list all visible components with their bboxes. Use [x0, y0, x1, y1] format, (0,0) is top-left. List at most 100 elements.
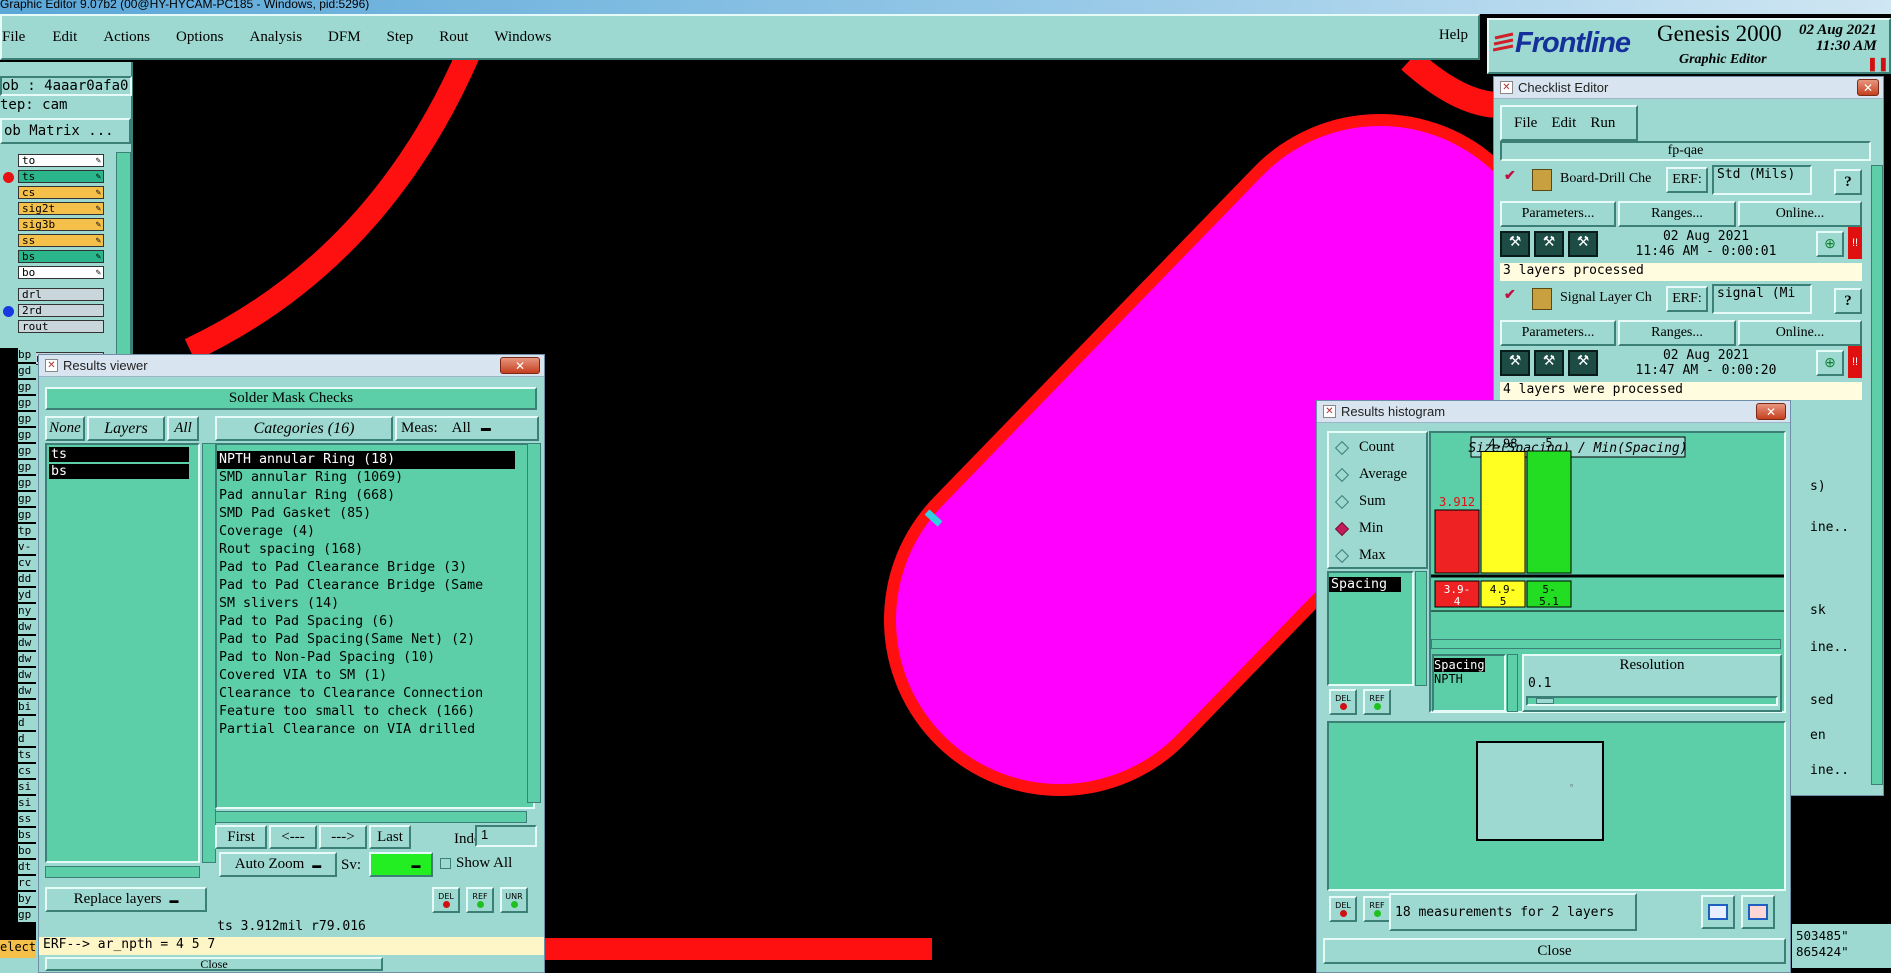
- meas-filter[interactable]: Meas: All ▬: [395, 416, 539, 441]
- strip-layer-label[interactable]: bi: [18, 700, 36, 714]
- layer-row-sig2t[interactable]: sig2t ✎: [18, 202, 104, 215]
- strip-layer-label[interactable]: dw: [18, 668, 36, 682]
- menu-windows[interactable]: Windows: [494, 29, 551, 46]
- category-item[interactable]: Pad to Non-Pad Spacing (10): [217, 649, 533, 667]
- result-layer-item[interactable]: ts: [49, 447, 189, 462]
- strip-layer-label[interactable]: gd: [18, 364, 36, 378]
- menu-step[interactable]: Step: [387, 29, 414, 46]
- menu-analysis[interactable]: Analysis: [250, 29, 303, 46]
- strip-layer-label[interactable]: by: [18, 892, 36, 906]
- online-button[interactable]: Online...: [1738, 320, 1862, 346]
- category-item[interactable]: Pad to Pad Spacing (6): [217, 613, 533, 631]
- preview-frame[interactable]: ▫: [1476, 741, 1604, 841]
- layer-row-bo[interactable]: bo ✎: [18, 266, 104, 279]
- mode-max-radio[interactable]: Max: [1334, 547, 1386, 564]
- strip-layer-label[interactable]: gp: [18, 444, 36, 458]
- ref-icon[interactable]: REF: [466, 887, 494, 913]
- close-window-button[interactable]: ✕: [500, 357, 540, 374]
- layer-row-to[interactable]: to ✎: [18, 154, 104, 167]
- del-icon[interactable]: DEL: [432, 887, 460, 913]
- layers-hscrollbar[interactable]: [45, 866, 200, 878]
- drill-layer-row-drl[interactable]: drl: [18, 288, 104, 301]
- next-button[interactable]: --->: [319, 825, 367, 849]
- strip-layer-label[interactable]: cs: [18, 764, 36, 778]
- mode-average-radio[interactable]: Average: [1334, 466, 1407, 483]
- help-icon[interactable]: ?: [1834, 288, 1862, 314]
- histogram-hscrollbar[interactable]: [1431, 639, 1781, 649]
- run-icon[interactable]: ⚒: [1568, 350, 1598, 376]
- strip-layer-label[interactable]: bs: [18, 828, 36, 842]
- strip-layer-label[interactable]: gp: [18, 380, 36, 394]
- job-matrix-button[interactable]: ob Matrix ...: [0, 118, 131, 144]
- parameters-button[interactable]: Parameters...: [1500, 320, 1616, 346]
- strip-layer-label[interactable]: gp: [18, 460, 36, 474]
- menu-rout[interactable]: Rout: [439, 29, 468, 46]
- checkmark-icon[interactable]: ✔: [1504, 167, 1516, 184]
- strip-layer-label[interactable]: gp: [18, 412, 36, 426]
- run-icon[interactable]: ⚒: [1534, 350, 1564, 376]
- ref-icon[interactable]: REF: [1363, 896, 1391, 922]
- none-button[interactable]: None: [45, 416, 85, 441]
- checklist-menu-file[interactable]: File: [1514, 115, 1537, 132]
- drill-layer-row-rout[interactable]: rout: [18, 320, 104, 333]
- index-input[interactable]: 1: [475, 825, 537, 847]
- menu-options[interactable]: Options: [176, 29, 224, 46]
- rv-close-button[interactable]: Close: [45, 957, 383, 971]
- category-item[interactable]: Pad to Pad Clearance Bridge (Same: [217, 577, 533, 595]
- ranges-button[interactable]: Ranges...: [1618, 201, 1736, 227]
- strip-layer-label[interactable]: gp: [18, 476, 36, 490]
- category-item[interactable]: NPTH annular Ring (18): [217, 451, 515, 469]
- strip-layer-label[interactable]: gp: [18, 492, 36, 506]
- sv-color-select[interactable]: ▬: [369, 852, 433, 877]
- strip-layer-label[interactable]: bp: [18, 348, 36, 362]
- strip-layer-label[interactable]: cv: [18, 556, 36, 570]
- checkmark-icon[interactable]: ✔: [1504, 286, 1516, 303]
- prev-button[interactable]: <---: [269, 825, 317, 849]
- results-viewer-titlebar[interactable]: ✕ Results viewer ✕: [39, 355, 544, 377]
- category-item[interactable]: SMD Pad Gasket (85): [217, 505, 533, 523]
- strip-layer-label[interactable]: dw: [18, 684, 36, 698]
- strip-layer-label[interactable]: dd: [18, 572, 36, 586]
- checklist-scrollbar[interactable]: [1871, 165, 1883, 785]
- auto-zoom-select[interactable]: Auto Zoom ▬: [219, 852, 337, 877]
- run-icon[interactable]: ⚒: [1500, 231, 1530, 257]
- categories-list[interactable]: NPTH annular Ring (18) SMD annular Ring (…: [215, 443, 535, 809]
- strip-layer-label[interactable]: si: [18, 796, 36, 810]
- histogram-close-button[interactable]: Close: [1323, 938, 1786, 964]
- histogram-list-item[interactable]: Spacing: [1329, 577, 1401, 592]
- last-button[interactable]: Last: [369, 825, 411, 849]
- zoom-icon[interactable]: ⊕: [1816, 350, 1844, 376]
- del-icon[interactable]: DEL: [1329, 689, 1357, 715]
- strip-layer-label[interactable]: d: [18, 732, 36, 746]
- mode-sum-radio[interactable]: Sum: [1334, 493, 1386, 510]
- categories-header[interactable]: Categories (16): [215, 416, 393, 441]
- mode-count-radio[interactable]: Count: [1334, 439, 1394, 456]
- histogram-bar[interactable]: [1480, 450, 1526, 574]
- strip-layer-label[interactable]: gp: [18, 428, 36, 442]
- histogram-chart[interactable]: Size(Spacing) / Min(Spacing)3.9123.9-44.…: [1431, 433, 1784, 643]
- ref-icon[interactable]: REF: [1363, 689, 1391, 715]
- layer-row-ts[interactable]: ts ✎: [18, 170, 104, 183]
- category-item[interactable]: Pad annular Ring (668): [217, 487, 533, 505]
- histogram-list-scrollbar[interactable]: [1415, 571, 1427, 686]
- result-layer-item[interactable]: bs: [49, 464, 189, 479]
- category-item[interactable]: Coverage (4): [217, 523, 533, 541]
- drill-layer-row-2rd[interactable]: 2rd: [18, 304, 104, 317]
- category-item[interactable]: Rout spacing (168): [217, 541, 533, 559]
- close-window-button[interactable]: ✕: [1756, 403, 1786, 420]
- erf-button[interactable]: ERF:: [1666, 167, 1708, 193]
- strip-layer-label[interactable]: rc: [18, 876, 36, 890]
- category-item[interactable]: Clearance to Clearance Connection: [217, 685, 533, 703]
- action-name[interactable]: Signal Layer Ch: [1560, 290, 1666, 306]
- categories-hscrollbar[interactable]: [215, 811, 527, 823]
- result-layers-list[interactable]: ts bs: [45, 443, 200, 863]
- result-layers-scrollbar[interactable]: [202, 443, 216, 863]
- strip-layer-label[interactable]: dt: [18, 860, 36, 874]
- all-button[interactable]: All: [167, 416, 199, 441]
- category-item[interactable]: Pad to Pad Clearance Bridge (3): [217, 559, 533, 577]
- histogram-bar[interactable]: [1526, 450, 1572, 574]
- close-window-button[interactable]: ✕: [1857, 79, 1879, 96]
- category-item[interactable]: Partial Clearance on VIA drilled: [217, 721, 533, 739]
- strip-layer-label[interactable]: bo: [18, 844, 36, 858]
- menu-file[interactable]: File: [2, 29, 25, 46]
